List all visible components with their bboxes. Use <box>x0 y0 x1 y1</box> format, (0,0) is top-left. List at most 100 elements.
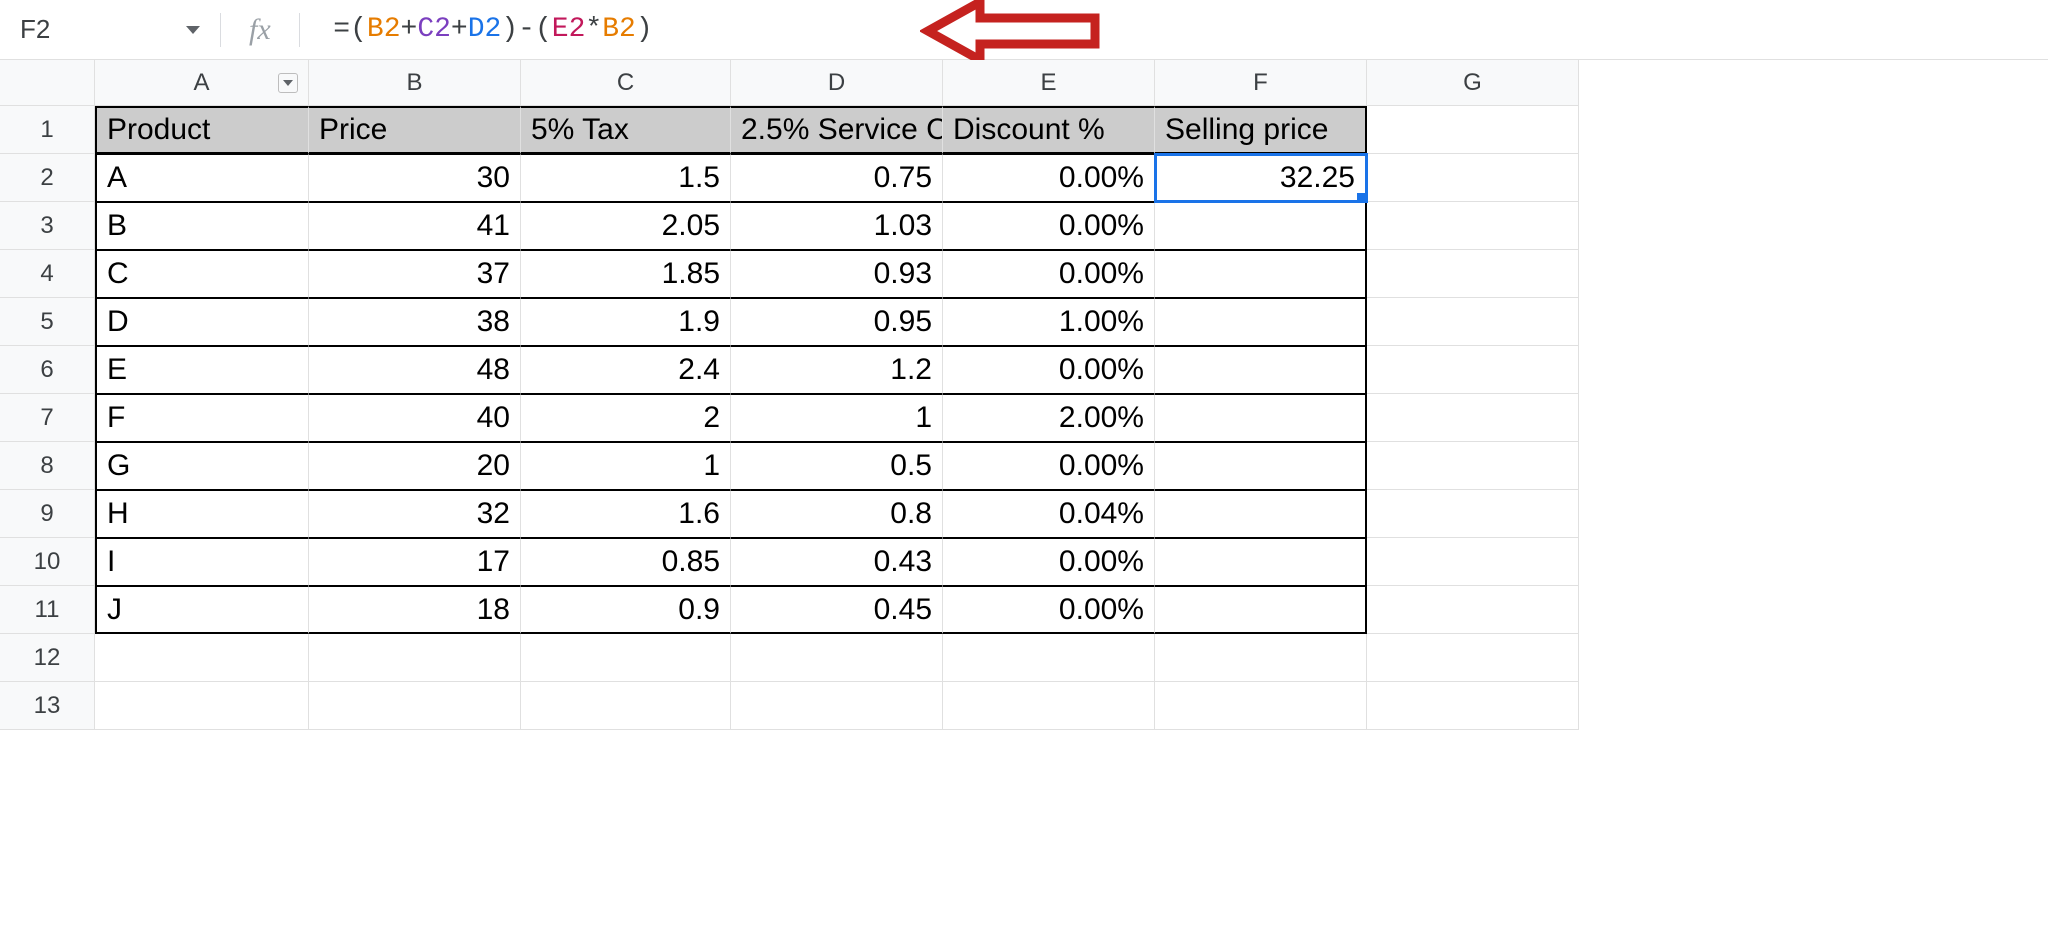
cell-A11[interactable]: J <box>95 586 309 634</box>
cell-F5[interactable] <box>1155 298 1367 346</box>
header-cell-E[interactable]: Discount % <box>943 106 1155 154</box>
row-header-6[interactable]: 6 <box>0 346 95 394</box>
cell-D6[interactable]: 1.2 <box>731 346 943 394</box>
cell-B5[interactable]: 38 <box>309 298 521 346</box>
cell-C10[interactable]: 0.85 <box>521 538 731 586</box>
cell-B12[interactable] <box>309 634 521 682</box>
name-box[interactable]: F2 <box>0 0 220 59</box>
spreadsheet-grid[interactable]: ABCDEFG1ProductPrice5% Tax2.5% Service C… <box>0 60 2048 730</box>
cell-G8[interactable] <box>1367 442 1579 490</box>
cell-C7[interactable]: 2 <box>521 394 731 442</box>
cell-A4[interactable]: C <box>95 250 309 298</box>
cell-G7[interactable] <box>1367 394 1579 442</box>
cell-G1[interactable] <box>1367 106 1579 154</box>
cell-B13[interactable] <box>309 682 521 730</box>
column-header-D[interactable]: D <box>731 60 943 106</box>
row-header-5[interactable]: 5 <box>0 298 95 346</box>
cell-B6[interactable]: 48 <box>309 346 521 394</box>
cell-F8[interactable] <box>1155 442 1367 490</box>
cell-A13[interactable] <box>95 682 309 730</box>
fx-icon[interactable]: fx <box>221 13 299 47</box>
column-header-C[interactable]: C <box>521 60 731 106</box>
cell-F13[interactable] <box>1155 682 1367 730</box>
formula-input[interactable]: = ( B2 + C2 + D2 ) - ( E2 * B2 ) <box>300 0 2048 59</box>
column-header-F[interactable]: F <box>1155 60 1367 106</box>
cell-D4[interactable]: 0.93 <box>731 250 943 298</box>
cell-G10[interactable] <box>1367 538 1579 586</box>
row-header-3[interactable]: 3 <box>0 202 95 250</box>
header-cell-F[interactable]: Selling price <box>1155 106 1367 154</box>
cell-C12[interactable] <box>521 634 731 682</box>
cell-D2[interactable]: 0.75 <box>731 154 943 202</box>
cell-F10[interactable] <box>1155 538 1367 586</box>
cell-A12[interactable] <box>95 634 309 682</box>
cell-C11[interactable]: 0.9 <box>521 586 731 634</box>
column-header-A[interactable]: A <box>95 60 309 106</box>
cell-C3[interactable]: 2.05 <box>521 202 731 250</box>
cell-B10[interactable]: 17 <box>309 538 521 586</box>
cell-F6[interactable] <box>1155 346 1367 394</box>
select-all-corner[interactable] <box>0 60 95 106</box>
cell-D10[interactable]: 0.43 <box>731 538 943 586</box>
cell-G12[interactable] <box>1367 634 1579 682</box>
cell-F7[interactable] <box>1155 394 1367 442</box>
cell-G3[interactable] <box>1367 202 1579 250</box>
row-header-13[interactable]: 13 <box>0 682 95 730</box>
cell-B7[interactable]: 40 <box>309 394 521 442</box>
row-header-10[interactable]: 10 <box>0 538 95 586</box>
cell-E8[interactable]: 0.00% <box>943 442 1155 490</box>
column-header-G[interactable]: G <box>1367 60 1579 106</box>
cell-B11[interactable]: 18 <box>309 586 521 634</box>
cell-B2[interactable]: 30 <box>309 154 521 202</box>
cell-E11[interactable]: 0.00% <box>943 586 1155 634</box>
column-header-E[interactable]: E <box>943 60 1155 106</box>
cell-C6[interactable]: 2.4 <box>521 346 731 394</box>
header-cell-D[interactable]: 2.5% Service Charge <box>731 106 943 154</box>
cell-F12[interactable] <box>1155 634 1367 682</box>
cell-A2[interactable]: A <box>95 154 309 202</box>
cell-G4[interactable] <box>1367 250 1579 298</box>
cell-G5[interactable] <box>1367 298 1579 346</box>
cell-A7[interactable]: F <box>95 394 309 442</box>
cell-D8[interactable]: 0.5 <box>731 442 943 490</box>
cell-C2[interactable]: 1.5 <box>521 154 731 202</box>
cell-C13[interactable] <box>521 682 731 730</box>
column-dropdown-icon[interactable] <box>278 73 298 93</box>
header-cell-A[interactable]: Product <box>95 106 309 154</box>
cell-B9[interactable]: 32 <box>309 490 521 538</box>
cell-G2[interactable] <box>1367 154 1579 202</box>
cell-D7[interactable]: 1 <box>731 394 943 442</box>
row-header-1[interactable]: 1 <box>0 106 95 154</box>
name-box-dropdown-icon[interactable] <box>186 26 200 34</box>
cell-E3[interactable]: 0.00% <box>943 202 1155 250</box>
row-header-7[interactable]: 7 <box>0 394 95 442</box>
row-header-8[interactable]: 8 <box>0 442 95 490</box>
cell-F2[interactable]: 32.25 <box>1155 154 1367 202</box>
cell-D3[interactable]: 1.03 <box>731 202 943 250</box>
cell-C5[interactable]: 1.9 <box>521 298 731 346</box>
cell-E7[interactable]: 2.00% <box>943 394 1155 442</box>
header-cell-C[interactable]: 5% Tax <box>521 106 731 154</box>
cell-B3[interactable]: 41 <box>309 202 521 250</box>
cell-E5[interactable]: 1.00% <box>943 298 1155 346</box>
cell-B4[interactable]: 37 <box>309 250 521 298</box>
cell-D11[interactable]: 0.45 <box>731 586 943 634</box>
cell-D12[interactable] <box>731 634 943 682</box>
cell-D13[interactable] <box>731 682 943 730</box>
cell-F9[interactable] <box>1155 490 1367 538</box>
cell-C8[interactable]: 1 <box>521 442 731 490</box>
cell-A8[interactable]: G <box>95 442 309 490</box>
row-header-9[interactable]: 9 <box>0 490 95 538</box>
cell-E6[interactable]: 0.00% <box>943 346 1155 394</box>
cell-D5[interactable]: 0.95 <box>731 298 943 346</box>
cell-G11[interactable] <box>1367 586 1579 634</box>
cell-A5[interactable]: D <box>95 298 309 346</box>
cell-G9[interactable] <box>1367 490 1579 538</box>
cell-G13[interactable] <box>1367 682 1579 730</box>
cell-C4[interactable]: 1.85 <box>521 250 731 298</box>
cell-E12[interactable] <box>943 634 1155 682</box>
cell-E2[interactable]: 0.00% <box>943 154 1155 202</box>
cell-D9[interactable]: 0.8 <box>731 490 943 538</box>
cell-C9[interactable]: 1.6 <box>521 490 731 538</box>
cell-A9[interactable]: H <box>95 490 309 538</box>
